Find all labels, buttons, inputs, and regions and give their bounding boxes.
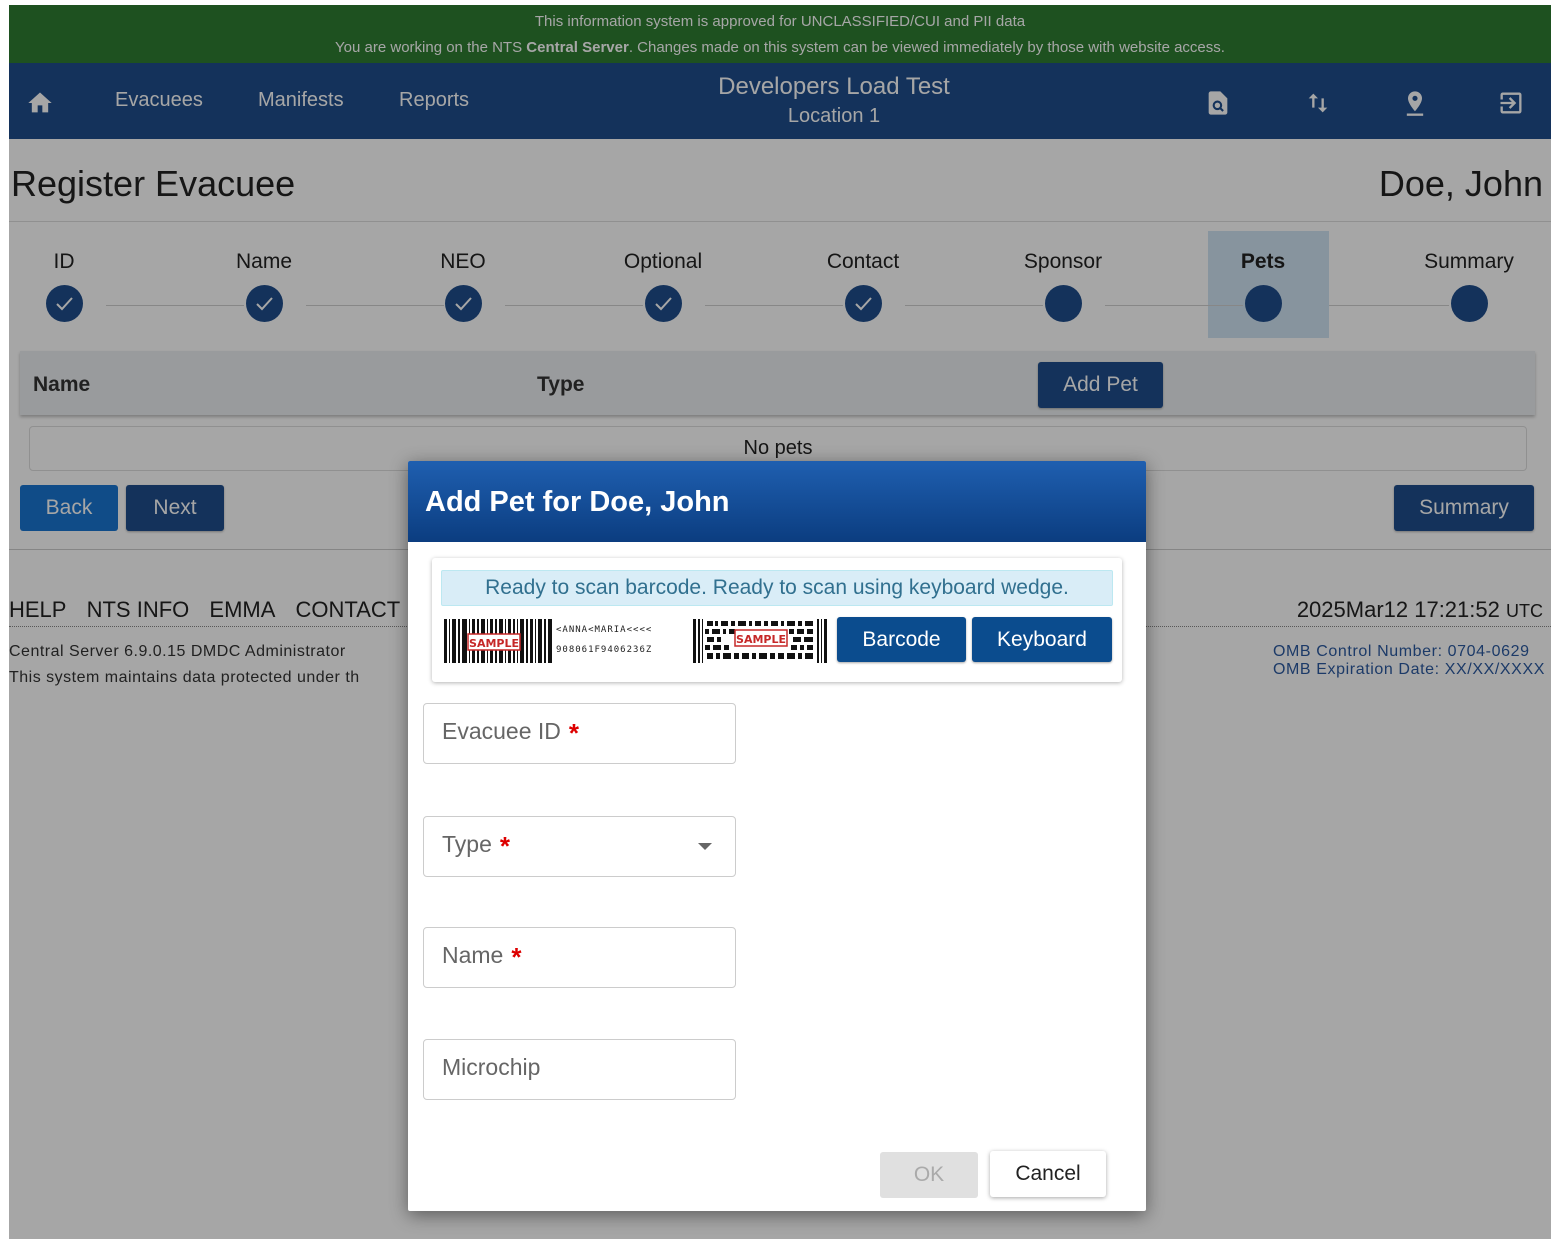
sample-label: SAMPLE [469,637,519,650]
add-pet-dialog: Add Pet for Doe, John Ready to scan barc… [408,461,1146,1211]
name-label: Name * [442,942,522,972]
ok-button[interactable]: OK [880,1152,978,1198]
cancel-button[interactable]: Cancel [990,1151,1106,1197]
evacuee-id-field[interactable]: Evacuee ID * [423,703,736,764]
sample-2d-barcode-image: SAMPLE [693,619,827,668]
name-field[interactable]: Name * [423,927,736,988]
dialog-title: Add Pet for Doe, John [425,486,730,518]
sample-label: SAMPLE [736,633,786,646]
scan-status-message: Ready to scan barcode. Ready to scan usi… [441,570,1113,606]
keyboard-button[interactable]: Keyboard [972,617,1112,662]
type-select[interactable]: Type * [423,816,736,877]
sample-mrz-line-1: <ANNA<MARIA<<<< [556,625,653,635]
type-label: Type * [442,831,510,861]
dropdown-caret-icon[interactable] [698,843,712,850]
scan-panel: Ready to scan barcode. Ready to scan usi… [432,558,1122,682]
required-marker: * [499,831,510,861]
microchip-field[interactable]: Microchip [423,1039,736,1100]
sample-mrz: <ANNA<MARIA<<<< 908061F9406236Z [556,620,652,657]
barcode-button[interactable]: Barcode [837,617,966,662]
required-marker: * [511,942,522,972]
dialog-header: Add Pet for Doe, John [408,461,1146,542]
sample-mrz-line-2: 908061F9406236Z [556,645,653,655]
required-marker: * [568,718,580,748]
evacuee-id-label: Evacuee ID * [442,718,580,748]
sample-barcode-image: SAMPLE [444,619,552,668]
microchip-label: Microchip [442,1054,541,1080]
